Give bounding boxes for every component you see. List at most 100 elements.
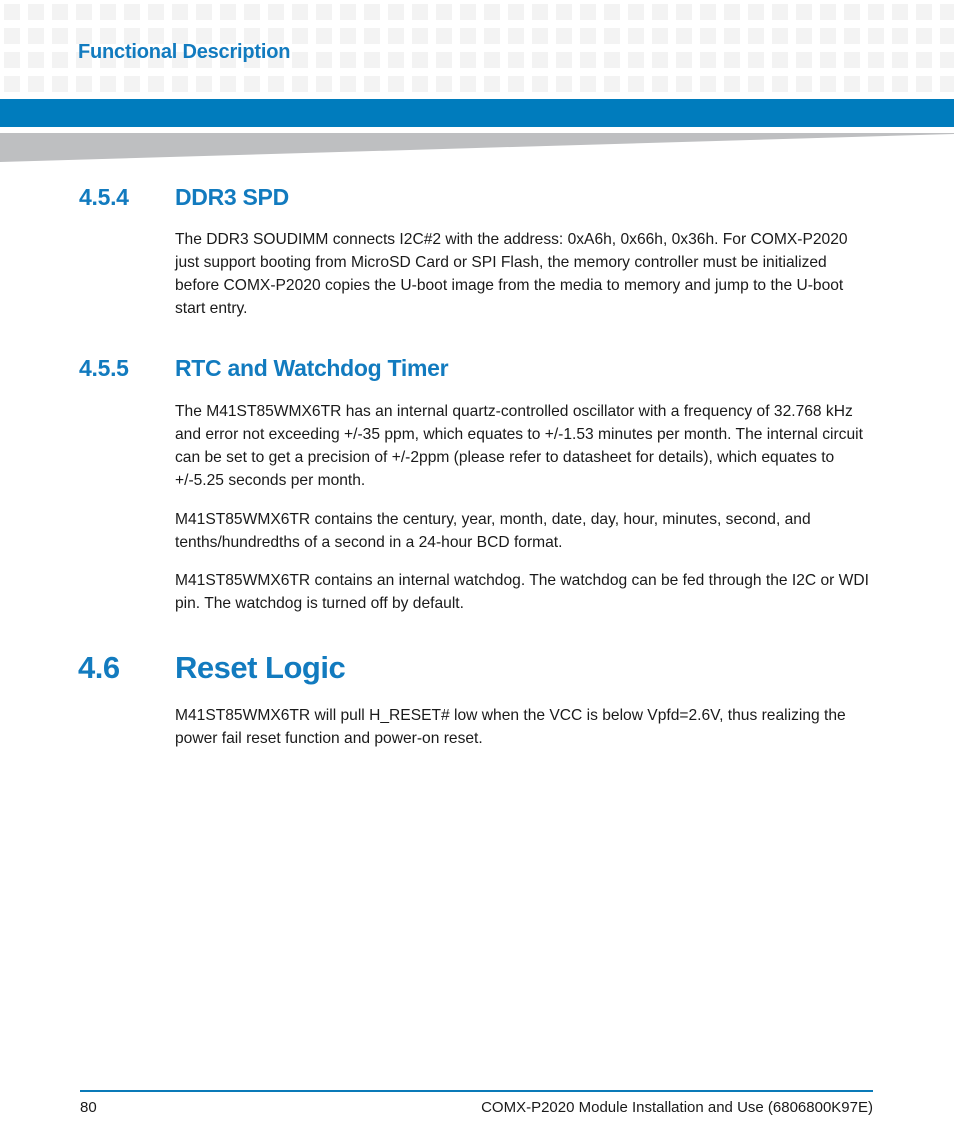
footer-rule [80,1090,873,1092]
grid-square [100,76,116,92]
section-title: RTC and Watchdog Timer [175,355,449,381]
grid-square [268,76,284,92]
grid-square [388,76,404,92]
grid-square [916,28,932,44]
grid-square [532,28,548,44]
grid-square [340,28,356,44]
grid-square [412,52,428,68]
grid-square [484,52,500,68]
grid-square [460,52,476,68]
grid-square [388,52,404,68]
grid-square [556,76,572,92]
grid-square [844,52,860,68]
grid-square [28,52,44,68]
grid-square [172,76,188,92]
grid-square [100,4,116,20]
grid-square [700,76,716,92]
grid-square [748,4,764,20]
grid-square [916,76,932,92]
paragraph: The DDR3 SOUDIMM connects I2C#2 with the… [175,231,848,317]
grid-square [652,4,668,20]
section-title: Reset Logic [175,650,346,685]
grid-square [28,28,44,44]
grid-square [220,76,236,92]
grid-square [844,4,860,20]
paragraph: M41ST85WMX6TR will pull H_RESET# low whe… [175,707,846,747]
grid-square [196,4,212,20]
grid-square [532,52,548,68]
grid-square [652,52,668,68]
paragraph: M41ST85WMX6TR contains the century, year… [175,511,811,551]
grid-square [172,4,188,20]
grid-square [340,76,356,92]
grid-square [796,76,812,92]
grid-square [604,28,620,44]
section-heading-4-5-4: 4.5.4 DDR3 SPD [79,184,289,211]
grid-square [124,76,140,92]
grid-square [436,28,452,44]
grid-square [244,4,260,20]
grid-square [52,28,68,44]
grid-square [724,4,740,20]
grid-square [628,28,644,44]
grid-square [556,4,572,20]
section-title: DDR3 SPD [175,184,289,210]
grid-square [316,4,332,20]
grid-square [604,4,620,20]
grid-square [676,76,692,92]
grid-square [412,4,428,20]
grid-square [724,28,740,44]
grid-square [268,4,284,20]
grid-square [460,76,476,92]
grid-square [508,76,524,92]
section-number: 4.5.4 [79,184,129,210]
grid-square [604,52,620,68]
grid-square [820,4,836,20]
grid-square [892,76,908,92]
grid-square [700,4,716,20]
grid-square [940,52,954,68]
grid-square [196,76,212,92]
grid-square [532,4,548,20]
grid-square [28,76,44,92]
grid-square [508,28,524,44]
grid-square [940,4,954,20]
grid-square [556,52,572,68]
grid-square [724,76,740,92]
chapter-title: Functional Description [78,41,291,63]
paragraph: The M41ST85WMX6TR has an internal quartz… [175,403,863,489]
grid-square [604,76,620,92]
grid-square [364,52,380,68]
grid-square [868,76,884,92]
grid-square [76,76,92,92]
grid-square [436,4,452,20]
grid-square [292,52,308,68]
section-number: 4.6 [78,650,120,685]
grid-square [412,76,428,92]
grid-square [4,52,20,68]
grid-square [364,4,380,20]
grid-square [484,76,500,92]
grid-square [580,52,596,68]
grid-square [316,76,332,92]
grid-square [772,28,788,44]
grid-square [844,76,860,92]
grid-square [52,52,68,68]
grid-square [700,52,716,68]
grid-square [628,4,644,20]
grid-square [820,76,836,92]
grid-square [124,4,140,20]
grid-square [460,28,476,44]
grid-square [292,28,308,44]
grid-square [4,4,20,20]
grid-square [292,76,308,92]
grid-square [580,28,596,44]
grid-square [148,4,164,20]
grid-square [796,52,812,68]
grid-square [4,28,20,44]
grid-square [844,28,860,44]
grid-square [220,4,236,20]
grid-square [796,28,812,44]
grid-square [532,76,548,92]
grid-square [772,4,788,20]
